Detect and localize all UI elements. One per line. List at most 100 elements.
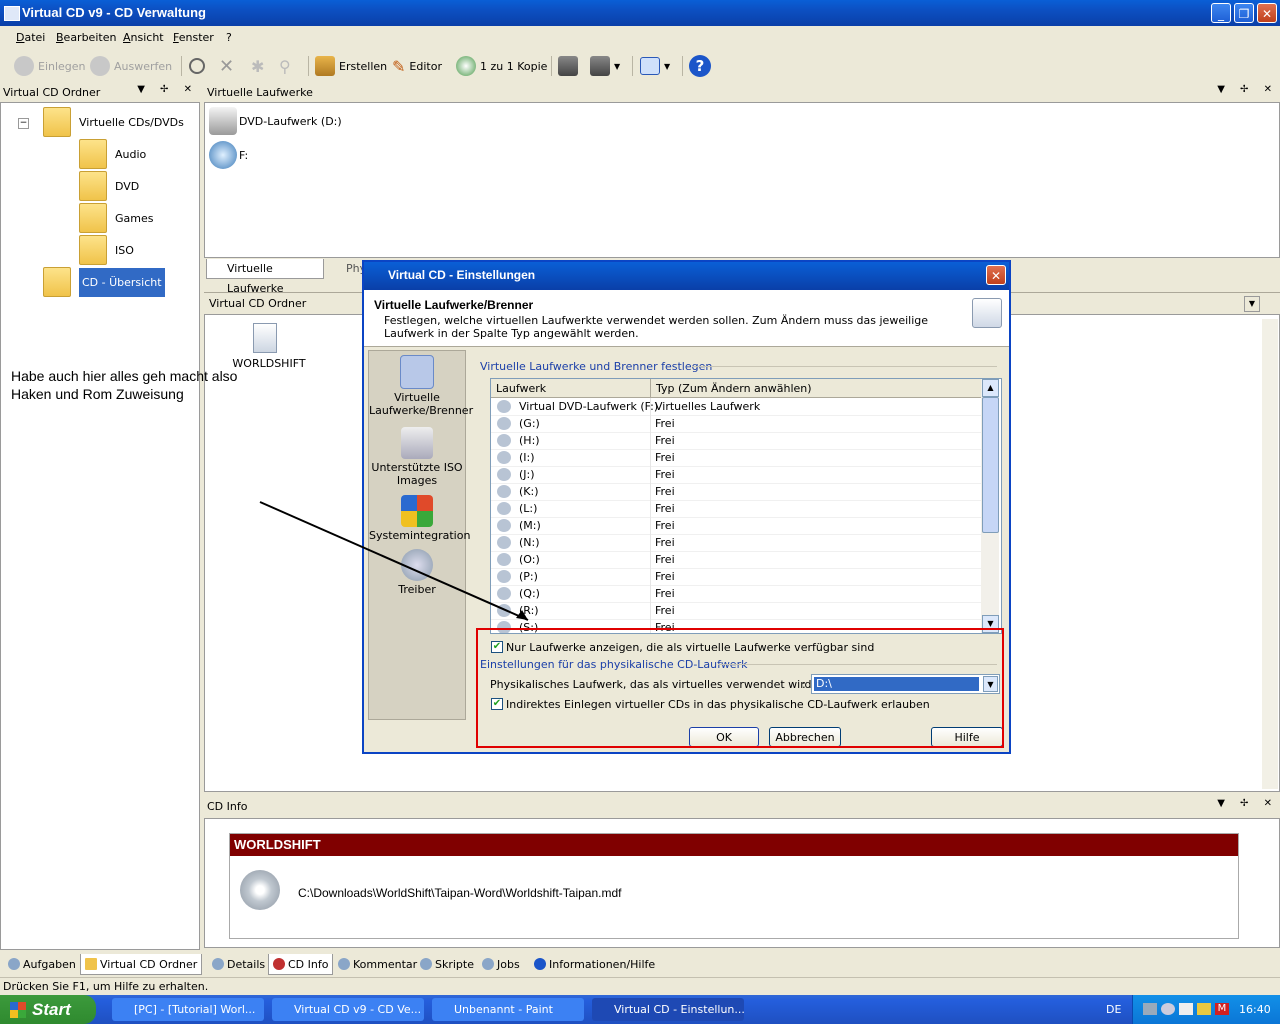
panel-controls[interactable]: ▼ ✢ ✕	[1217, 84, 1278, 95]
cell-typ[interactable]: Frei	[655, 604, 675, 617]
network-icon[interactable]	[1143, 1003, 1157, 1015]
help-button[interactable]: ?	[689, 55, 711, 77]
cell-typ[interactable]: Virtuelles Laufwerk	[655, 400, 760, 413]
restore-button[interactable]: ❐	[1234, 3, 1254, 23]
scroll-down-icon[interactable]: ▼	[982, 615, 999, 633]
help-button[interactable]: Hilfe	[931, 727, 1003, 747]
drive-item[interactable]: DVD-Laufwerk (D:)	[209, 107, 342, 135]
auswerfen-button[interactable]: Auswerfen	[90, 55, 172, 77]
table-row[interactable]: (K:) Frei	[491, 483, 981, 501]
cell-typ[interactable]: Frei	[655, 553, 675, 566]
cancel-button[interactable]: Abbrechen	[769, 727, 841, 747]
ok-button[interactable]: OK	[689, 727, 759, 747]
tab-jobs[interactable]: Jobs	[478, 954, 524, 974]
phys-drive-select[interactable]: D:\ ▼	[811, 674, 1000, 694]
cell-typ[interactable]: Frei	[655, 519, 675, 532]
table-row[interactable]: (J:) Frei	[491, 466, 981, 484]
table-row[interactable]: (G:) Frei	[491, 415, 981, 433]
cell-typ[interactable]: Frei	[655, 468, 675, 481]
menu-help[interactable]: ?	[226, 31, 232, 44]
tray-icon[interactable]: M	[1215, 1003, 1229, 1015]
einlegen-button[interactable]: Einlegen	[14, 55, 86, 77]
tab-skripte[interactable]: Skripte	[416, 954, 478, 974]
tab-details[interactable]: Details	[208, 954, 269, 974]
panel-controls[interactable]: ▼ ✢ ✕	[137, 84, 198, 95]
tree-item-audio[interactable]: Audio	[79, 139, 146, 169]
delete-button[interactable]: ✕	[219, 55, 234, 77]
cell-typ[interactable]: Frei	[655, 451, 675, 464]
table-row[interactable]: (R:) Frei	[491, 602, 981, 620]
tray-icon[interactable]	[1179, 1003, 1193, 1015]
menu-bearbeiten[interactable]: Bearbeiten	[56, 31, 116, 44]
language-indicator[interactable]: DE	[1106, 1003, 1121, 1016]
checkbox-indirect-insert[interactable]: ✔	[491, 698, 503, 710]
cell-typ[interactable]: Frei	[655, 434, 675, 447]
nav-systemintegration[interactable]: Systemintegration	[369, 495, 470, 542]
table-row[interactable]: (O:) Frei	[491, 551, 981, 569]
collapse-toggle[interactable]: −	[18, 118, 29, 129]
tree-root[interactable]: Virtuelle CDs/DVDs	[43, 107, 184, 137]
tree-item-dvd[interactable]: DVD	[79, 171, 139, 201]
taskbar-item[interactable]: Unbenannt - Paint	[432, 998, 584, 1021]
erstellen-button[interactable]: Erstellen	[315, 55, 387, 77]
column-header-typ[interactable]: Typ (Zum Ändern anwählen)	[656, 382, 812, 395]
chevron-down-icon[interactable]: ▼	[983, 676, 998, 692]
copy-button[interactable]: 1 zu 1 Kopie	[456, 55, 547, 77]
chevron-down-icon[interactable]: ▼	[1244, 296, 1260, 312]
close-button[interactable]: ✕	[1257, 3, 1277, 23]
menu-ansicht[interactable]: Ansicht	[123, 31, 164, 44]
table-scrollbar[interactable]: ▲ ▼	[981, 379, 999, 633]
cell-typ[interactable]: Frei	[655, 485, 675, 498]
tab-aufgaben[interactable]: Aufgaben	[4, 954, 80, 974]
taskbar-item-active[interactable]: Virtual CD - Einstellun...	[592, 998, 744, 1021]
nav-iso-images[interactable]: Unterstützte ISO Images	[369, 427, 465, 487]
clock[interactable]: 16:40	[1239, 1003, 1271, 1016]
start-button[interactable]: Start	[0, 995, 96, 1024]
tray-icon[interactable]	[1197, 1003, 1211, 1015]
menu-datei[interactable]: Datei	[16, 31, 45, 44]
cell-typ[interactable]: Frei	[655, 621, 675, 633]
drive-menu-button[interactable]: ▼	[590, 55, 620, 77]
tree-item-games[interactable]: Games	[79, 203, 153, 233]
drive-button[interactable]	[558, 55, 578, 77]
checkbox-only-available[interactable]: ✔	[491, 641, 503, 653]
cell-typ[interactable]: Frei	[655, 536, 675, 549]
taskbar-item[interactable]: Virtual CD v9 - CD Ve...	[272, 998, 424, 1021]
scroll-thumb[interactable]	[982, 397, 999, 533]
table-row[interactable]: Virtual DVD-Laufwerk (F:) Virtuelles Lauf…	[491, 398, 981, 416]
menu-fenster[interactable]: Fenster	[173, 31, 214, 44]
editor-button[interactable]: ✎ Editor	[392, 55, 442, 77]
column-header-laufwerk[interactable]: Laufwerk	[496, 382, 546, 395]
table-row[interactable]: (S:) Frei	[491, 619, 981, 633]
panel-controls[interactable]: ▼ ✢ ✕	[1217, 798, 1278, 809]
tray-icon[interactable]	[1161, 1003, 1175, 1015]
table-row[interactable]: (M:) Frei	[491, 517, 981, 535]
scroll-up-icon[interactable]: ▲	[982, 379, 999, 397]
new-button[interactable]: ✱	[251, 55, 264, 77]
table-row[interactable]: (I:) Frei	[491, 449, 981, 467]
view-button[interactable]: ▼	[640, 55, 670, 77]
properties-button[interactable]: ⚲	[279, 55, 291, 77]
cell-typ[interactable]: Frei	[655, 587, 675, 600]
taskbar-item[interactable]: [PC] - [Tutorial] Worl...	[112, 998, 264, 1021]
nav-virtual-drives[interactable]: Virtuelle Laufwerke/Brenner	[369, 355, 473, 417]
dialog-close-button[interactable]: ✕	[986, 265, 1006, 285]
table-row[interactable]: (H:) Frei	[491, 432, 981, 450]
cell-typ[interactable]: Frei	[655, 417, 675, 430]
tab-virtual-drives[interactable]: Virtuelle Laufwerke	[206, 259, 324, 295]
cell-typ[interactable]: Frei	[655, 570, 675, 583]
tree-item-overview[interactable]: CD - Übersicht	[43, 267, 165, 297]
tab-kommentar[interactable]: Kommentar	[334, 954, 421, 974]
tab-informationen[interactable]: Informationen/Hilfe	[530, 954, 659, 974]
table-row[interactable]: (P:) Frei	[491, 568, 981, 586]
mdf-file-icon[interactable]	[253, 323, 277, 353]
drive-item[interactable]: F:	[209, 141, 248, 169]
search-button[interactable]	[189, 55, 205, 77]
cell-typ[interactable]: Frei	[655, 502, 675, 515]
minimize-button[interactable]: _	[1211, 3, 1231, 23]
tab-cd-info[interactable]: CD Info	[268, 954, 334, 975]
tree-item-iso[interactable]: ISO	[79, 235, 134, 265]
table-row[interactable]: (L:) Frei	[491, 500, 981, 518]
table-row[interactable]: (Q:) Frei	[491, 585, 981, 603]
table-row[interactable]: (N:) Frei	[491, 534, 981, 552]
